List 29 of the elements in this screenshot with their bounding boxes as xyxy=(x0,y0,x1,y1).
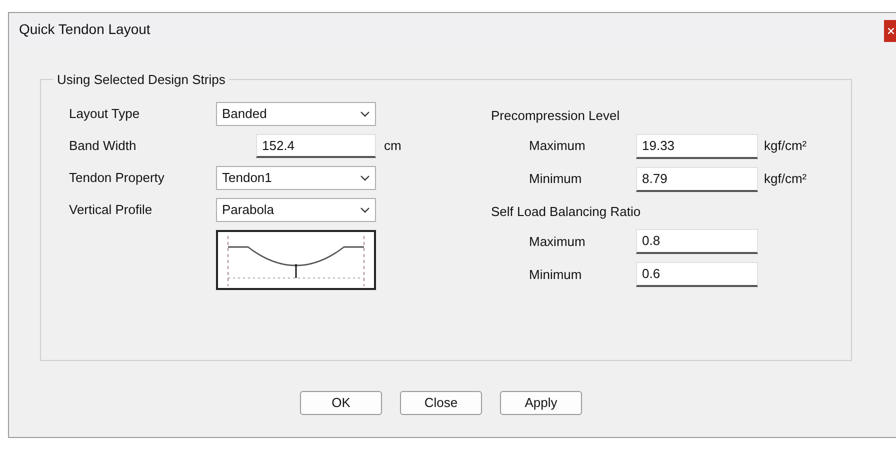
field-label: Minimum xyxy=(529,266,583,284)
input-field[interactable]: 152.4 xyxy=(256,134,376,158)
field-label: Maximum xyxy=(529,232,586,251)
window-title: Quick Tendon Layout xyxy=(19,20,150,39)
input-field[interactable]: 8.79 xyxy=(636,166,758,192)
dropdown[interactable]: Parabola xyxy=(216,198,376,222)
field-label: Minimum xyxy=(529,170,583,188)
dialog-button[interactable]: Apply xyxy=(500,391,582,415)
input-field[interactable]: 0.8 xyxy=(636,229,758,254)
field-label: Layout Type xyxy=(69,105,141,124)
input-field[interactable]: 19.33 xyxy=(636,134,758,158)
field-label: Vertical Profile xyxy=(69,201,154,220)
dropdown[interactable]: Banded xyxy=(216,102,376,126)
chevron-down-icon xyxy=(360,175,370,181)
field-label: Maximum xyxy=(529,137,586,156)
chevron-down-icon xyxy=(360,207,370,213)
field-label: Band Width xyxy=(69,137,138,156)
field-label: Tendon Property xyxy=(69,169,166,188)
dialog-button[interactable]: Close xyxy=(400,391,482,415)
section-title: Precompression Level xyxy=(491,107,621,125)
dropdown[interactable]: Tendon1 xyxy=(216,166,376,190)
close-icon xyxy=(888,28,894,34)
chevron-down-icon xyxy=(360,111,370,117)
section-title: Self Load Balancing Ratio xyxy=(491,202,642,221)
dialog-button[interactable]: OK xyxy=(300,391,382,415)
unit-label: cm xyxy=(384,137,402,156)
unit-label: kgf/cm² xyxy=(764,137,807,156)
input-field[interactable]: 0.6 xyxy=(636,262,758,287)
unit-label: kgf/cm² xyxy=(764,170,807,188)
